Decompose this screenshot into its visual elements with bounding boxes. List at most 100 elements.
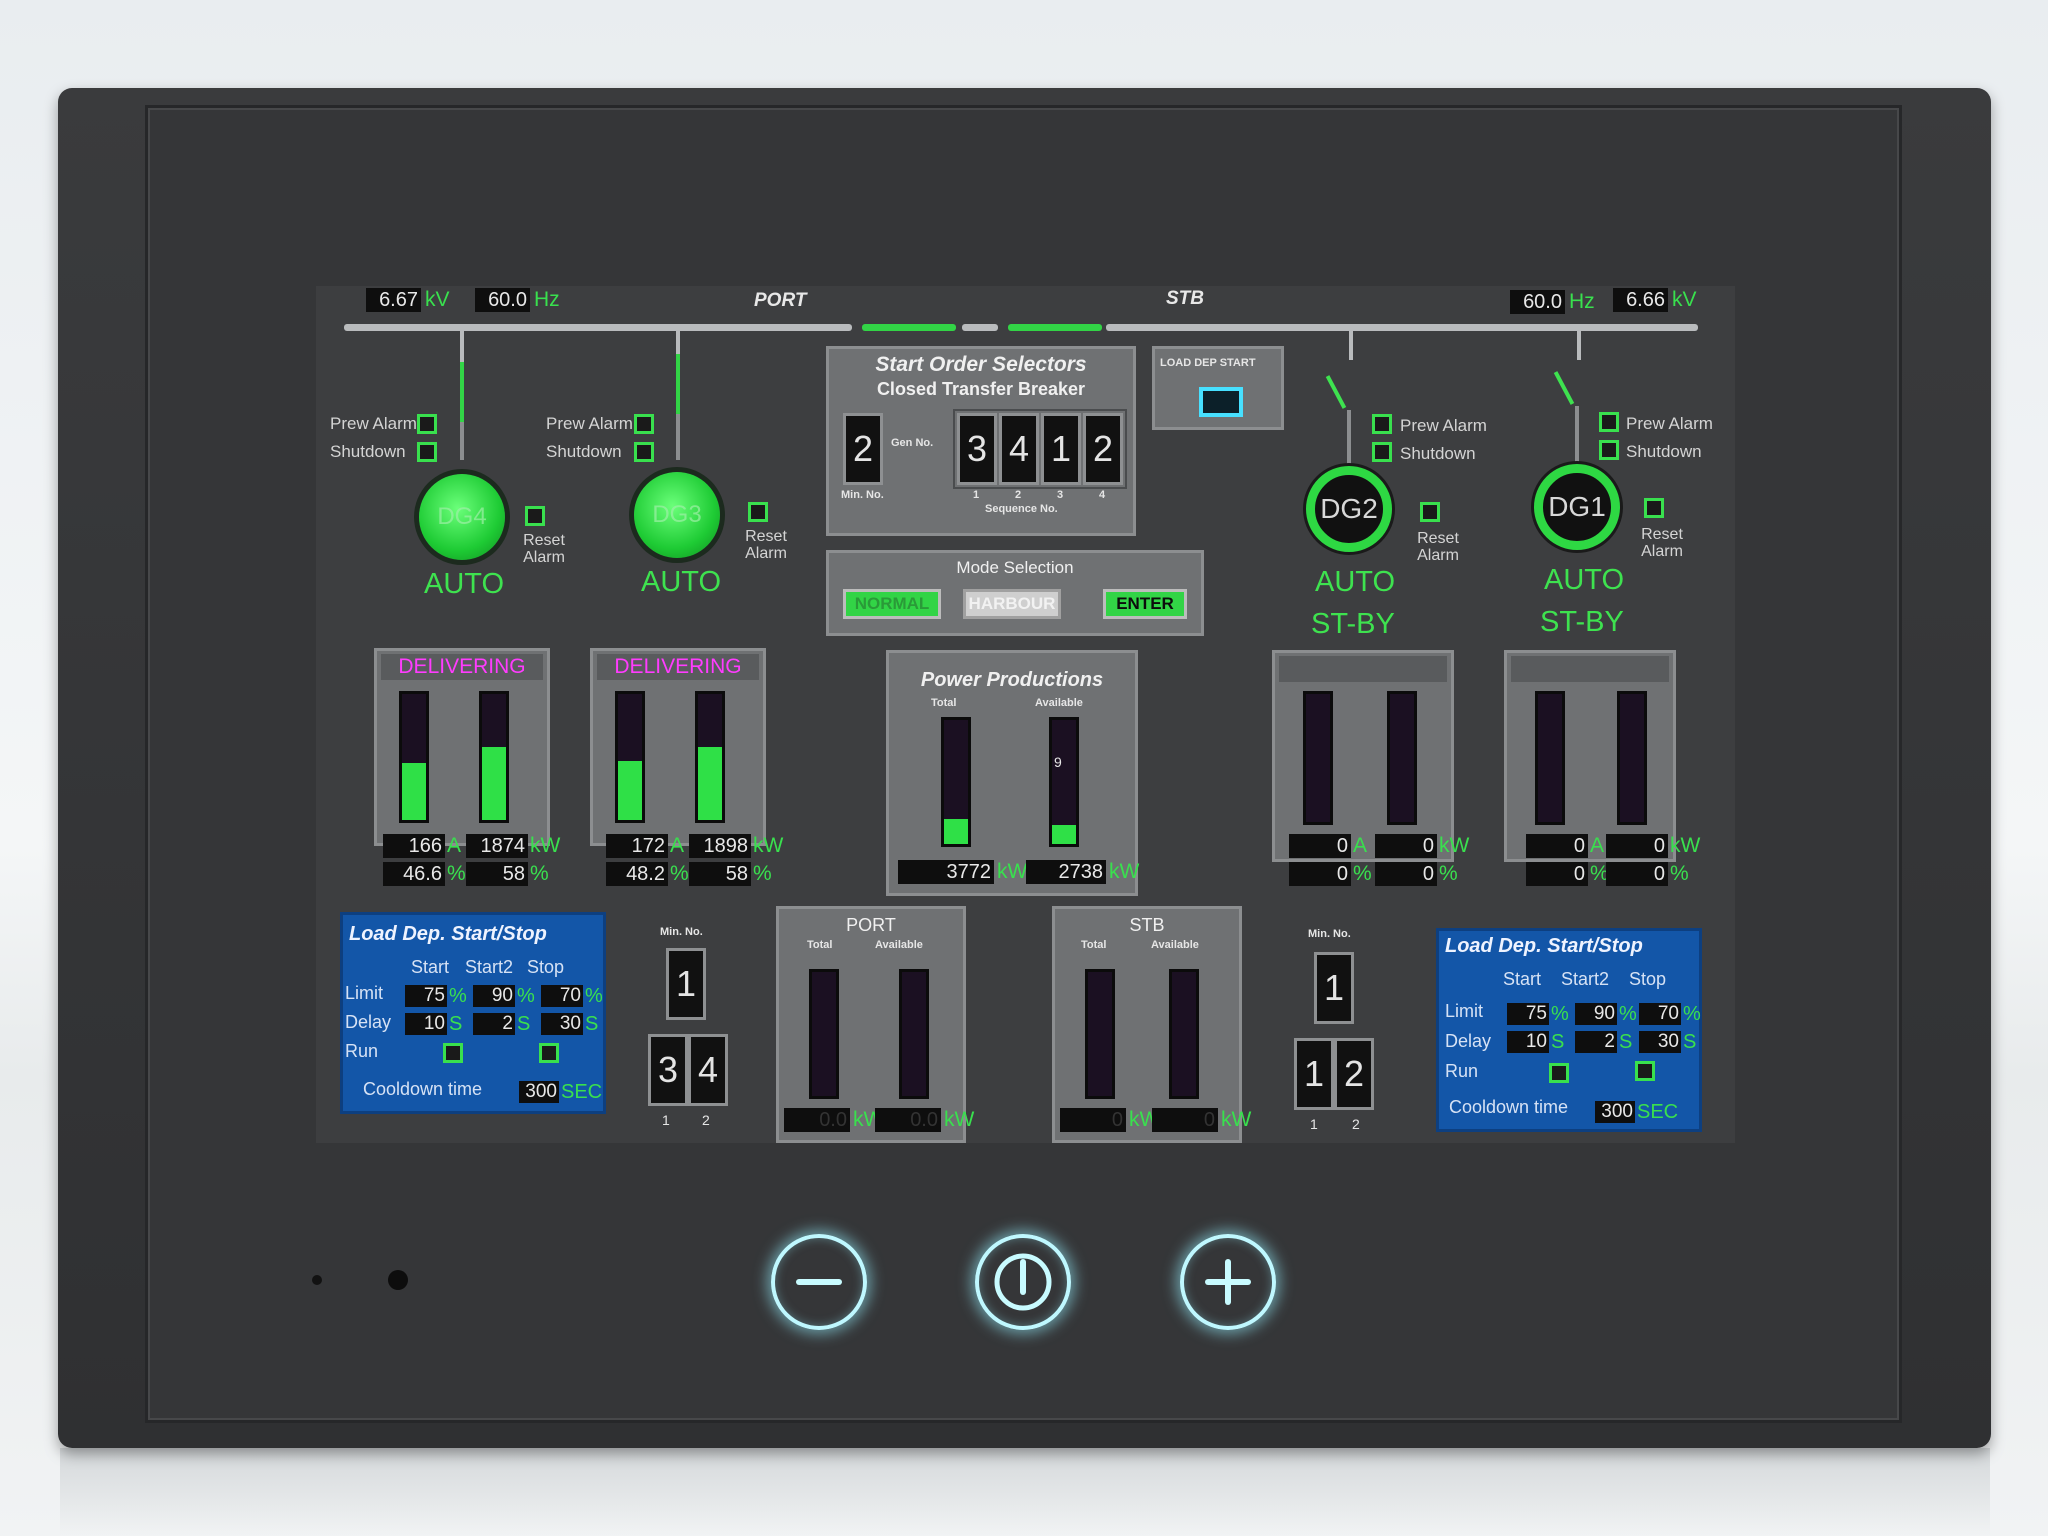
min-port-selector[interactable]: 1 [666, 948, 706, 1020]
stb-available-bar [1169, 969, 1199, 1099]
dg2-reset-alarm-button[interactable] [1420, 502, 1440, 522]
min-port-gen-b[interactable]: 4 [688, 1034, 728, 1106]
ldp-cooldown-value[interactable]: 300 [519, 1081, 559, 1103]
ldp-run-stop-checkbox[interactable] [539, 1043, 559, 1063]
port-busbar [344, 324, 852, 331]
sequence-label: Sequence No. [985, 503, 1058, 515]
min-no-selector[interactable]: 2 [843, 413, 883, 485]
dg3-generator-icon[interactable]: DG3 [634, 472, 720, 558]
pp-available-unit: kW [1109, 860, 1140, 883]
min-stb-selector[interactable]: 1 [1314, 952, 1354, 1024]
dg3-reset-alarm-button[interactable] [748, 502, 768, 522]
bus-tie-breaker-stb[interactable] [1008, 324, 1102, 331]
enter-button[interactable]: ENTER [1103, 589, 1187, 619]
ldp-limit-stop[interactable]: 70 [541, 985, 583, 1007]
ldp-delay-start-unit: S [449, 1013, 463, 1035]
min-port-gen-a[interactable]: 3 [648, 1034, 688, 1106]
dg3-power-bar [695, 691, 725, 823]
lds-cooldown-value[interactable]: 300 [1595, 1101, 1635, 1123]
min-stb-gen-a[interactable]: 1 [1294, 1038, 1334, 1110]
dg3-breaker[interactable] [676, 354, 680, 414]
port-bus-label: PORT [754, 290, 807, 311]
harbour-mode-button[interactable]: HARBOUR [963, 589, 1061, 619]
dg4-load-panel: DELIVERING [374, 648, 550, 846]
lds-delay-label: Delay [1445, 1031, 1492, 1051]
dg2-breaker-open[interactable] [1325, 375, 1347, 409]
ldp-start-header: Start [411, 957, 450, 977]
sequence-2[interactable]: 4 [999, 413, 1039, 485]
ldp-start2-header: Start2 [465, 957, 514, 977]
dg1-current-bar [1535, 691, 1565, 825]
dg1-status: ST-BY [1540, 606, 1624, 638]
dg2-current-bar [1303, 691, 1333, 825]
dg2-status: ST-BY [1311, 608, 1395, 640]
sequence-3[interactable]: 1 [1041, 413, 1081, 485]
lds-delay-start[interactable]: 10 [1507, 1031, 1549, 1053]
ldp-cooldown-label: Cooldown time [363, 1079, 483, 1099]
lds-start2-header: Start2 [1561, 969, 1610, 989]
pp-available-marker: 9 [1054, 754, 1062, 770]
dg1-reset-alarm-button[interactable] [1644, 498, 1664, 518]
dg4-reset-alarm-button[interactable] [525, 506, 545, 526]
dg4-breaker[interactable] [460, 362, 464, 422]
lds-cooldown-unit: SEC [1637, 1101, 1679, 1123]
lds-stop-header: Stop [1629, 969, 1667, 989]
ldp-stop-header: Stop [527, 957, 565, 977]
dg2-current-readout: 0 [1289, 834, 1351, 858]
lds-run-stop-checkbox[interactable] [1635, 1061, 1655, 1081]
dg4-generator-icon[interactable]: DG4 [419, 474, 505, 560]
stb-kv-readout: 6.66 [1613, 288, 1668, 312]
min-stb-gen-b[interactable]: 2 [1334, 1038, 1374, 1110]
ldp-limit-start2-unit: % [517, 985, 535, 1007]
dg1-prew-alarm-label: Prew Alarm [1626, 414, 1713, 433]
bus-tie-breaker-port[interactable] [862, 324, 956, 331]
sequence-1[interactable]: 3 [957, 413, 997, 485]
ldp-limit-label: Limit [345, 983, 384, 1003]
lds-limit-start2-unit: % [1619, 1003, 1637, 1025]
sequence-4[interactable]: 2 [1083, 413, 1123, 485]
port-kv-unit: kV [425, 288, 450, 311]
lds-limit-start[interactable]: 75 [1507, 1003, 1549, 1025]
dg4-current-readout: 166 [383, 834, 445, 858]
dg1-mode: AUTO [1544, 564, 1625, 596]
lds-delay-start2[interactable]: 2 [1575, 1031, 1617, 1053]
load-dep-stb-panel: Load Dep. Start/Stop Start Start2 Stop L… [1436, 928, 1702, 1132]
power-button[interactable] [975, 1234, 1071, 1330]
start-order-title: Start Order Selectors [875, 353, 1087, 376]
stb-total-bar [1085, 969, 1115, 1099]
load-dep-port-panel: Load Dep. Start/Stop Start Start2 Stop L… [340, 912, 606, 1114]
ldp-run-start-checkbox[interactable] [443, 1043, 463, 1063]
brightness-up-button[interactable] [1180, 1234, 1276, 1330]
stb-kv-unit: kV [1672, 288, 1697, 311]
dg1-load-pct-readout: 0 [1526, 862, 1588, 886]
lds-delay-stop[interactable]: 30 [1639, 1031, 1681, 1053]
lds-limit-start2[interactable]: 90 [1575, 1003, 1617, 1025]
bus-tie-link [962, 324, 998, 331]
load-dep-start-button[interactable] [1199, 387, 1243, 417]
pp-available-bar: 9 [1049, 717, 1079, 847]
ldp-limit-start2[interactable]: 90 [473, 985, 515, 1007]
ldp-delay-stop[interactable]: 30 [541, 1013, 583, 1035]
dg3-pct2-unit: % [753, 862, 772, 885]
lds-limit-stop[interactable]: 70 [1639, 1003, 1681, 1025]
dg1-pct2-readout: 0 [1606, 862, 1668, 886]
port-kv-readout: 6.67 [366, 288, 421, 312]
stb-available-readout: 0 [1152, 1108, 1218, 1132]
ldp-delay-start2[interactable]: 2 [473, 1013, 515, 1035]
port-available-bar [899, 969, 929, 1099]
ldp-limit-start[interactable]: 75 [405, 985, 447, 1007]
dg3-current-readout: 172 [606, 834, 668, 858]
lds-run-start-checkbox[interactable] [1549, 1063, 1569, 1083]
normal-mode-button[interactable]: NORMAL [843, 589, 941, 619]
ldp-delay-start[interactable]: 10 [405, 1013, 447, 1035]
dg4-cable [460, 422, 464, 460]
dg4-pct2-unit: % [530, 862, 549, 885]
dg2-power-unit: kW [1439, 834, 1470, 857]
dg2-shutdown-indicator [1372, 442, 1392, 462]
dg4-pct2-readout: 58 [466, 862, 528, 886]
pp-total-unit: kW [997, 860, 1028, 883]
dg1-generator-icon[interactable]: DG1 [1534, 464, 1620, 550]
brightness-down-button[interactable] [771, 1234, 867, 1330]
dg1-breaker-open[interactable] [1553, 371, 1575, 405]
dg2-generator-icon[interactable]: DG2 [1306, 466, 1392, 552]
